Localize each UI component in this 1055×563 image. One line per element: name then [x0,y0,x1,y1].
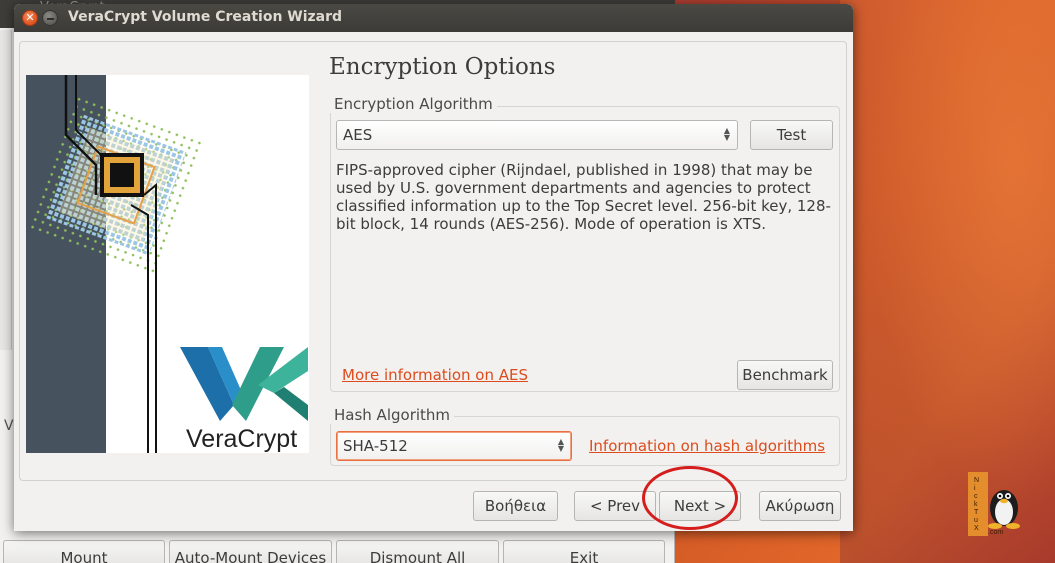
test-button[interactable]: Test [750,120,833,150]
wizard-side-image: VeraCrypt [26,75,309,453]
svg-text:N: N [974,477,979,484]
encryption-algorithm-select[interactable]: AES ▲ ▼ [336,120,738,150]
combo-arrows-icon: ▲ ▼ [723,126,731,142]
dialog-title: VeraCrypt Volume Creation Wizard [68,9,343,25]
close-window-button[interactable]: ✕ [22,10,38,26]
page-title: Encryption Options [329,54,556,80]
volume-creation-wizard-dialog: ✕ VeraCrypt Volume Creation Wizard VeraC… [14,4,853,531]
help-button[interactable]: Βοήθεια [473,491,558,521]
svg-text:c: c [974,493,978,500]
cancel-button[interactable]: Ακύρωση [759,491,841,521]
background-partial-label: V [4,418,14,434]
dismount-all-button[interactable]: Dismount All [336,540,499,563]
svg-text:.com: .com [988,529,1003,536]
encryption-algorithm-label: Encryption Algorithm [330,95,497,113]
hash-algorithm-select[interactable]: SHA-512 ▲ ▼ [336,431,572,461]
background-volume-list [0,30,12,350]
nicktux-watermark-logo: N i c k T u X .com [968,472,1020,536]
auto-mount-devices-button[interactable]: Auto-Mount Devices [169,540,332,563]
combo-arrows-icon: ▲ ▼ [557,437,565,453]
algorithm-description: FIPS-approved cipher (Rijndael, publishe… [336,161,831,233]
svg-text:T: T [974,509,979,516]
exit-button[interactable]: Exit [503,540,665,563]
dialog-titlebar: ✕ VeraCrypt Volume Creation Wizard [14,4,853,32]
hash-algorithms-info-link[interactable]: Information on hash algorithms [589,437,825,455]
highlight-circle-annotation [642,466,738,530]
encryption-algorithm-value: AES [343,126,373,144]
more-info-aes-link[interactable]: More information on AES [342,366,528,384]
mount-button[interactable]: Mount [3,540,165,563]
hash-algorithm-label: Hash Algorithm [330,406,455,424]
benchmark-button[interactable]: Benchmark [737,360,833,390]
svg-text:k: k [974,501,978,508]
veracrypt-logo-text: VeraCrypt [186,425,297,453]
minimize-window-button[interactable] [42,10,58,26]
veracrypt-banner-graphic: VeraCrypt [26,75,308,453]
background-button-bar: Mount Auto-Mount Devices Dismount All Ex… [0,540,675,563]
svg-text:X: X [974,525,979,532]
svg-text:u: u [974,517,978,524]
hash-algorithm-value: SHA-512 [343,437,408,455]
